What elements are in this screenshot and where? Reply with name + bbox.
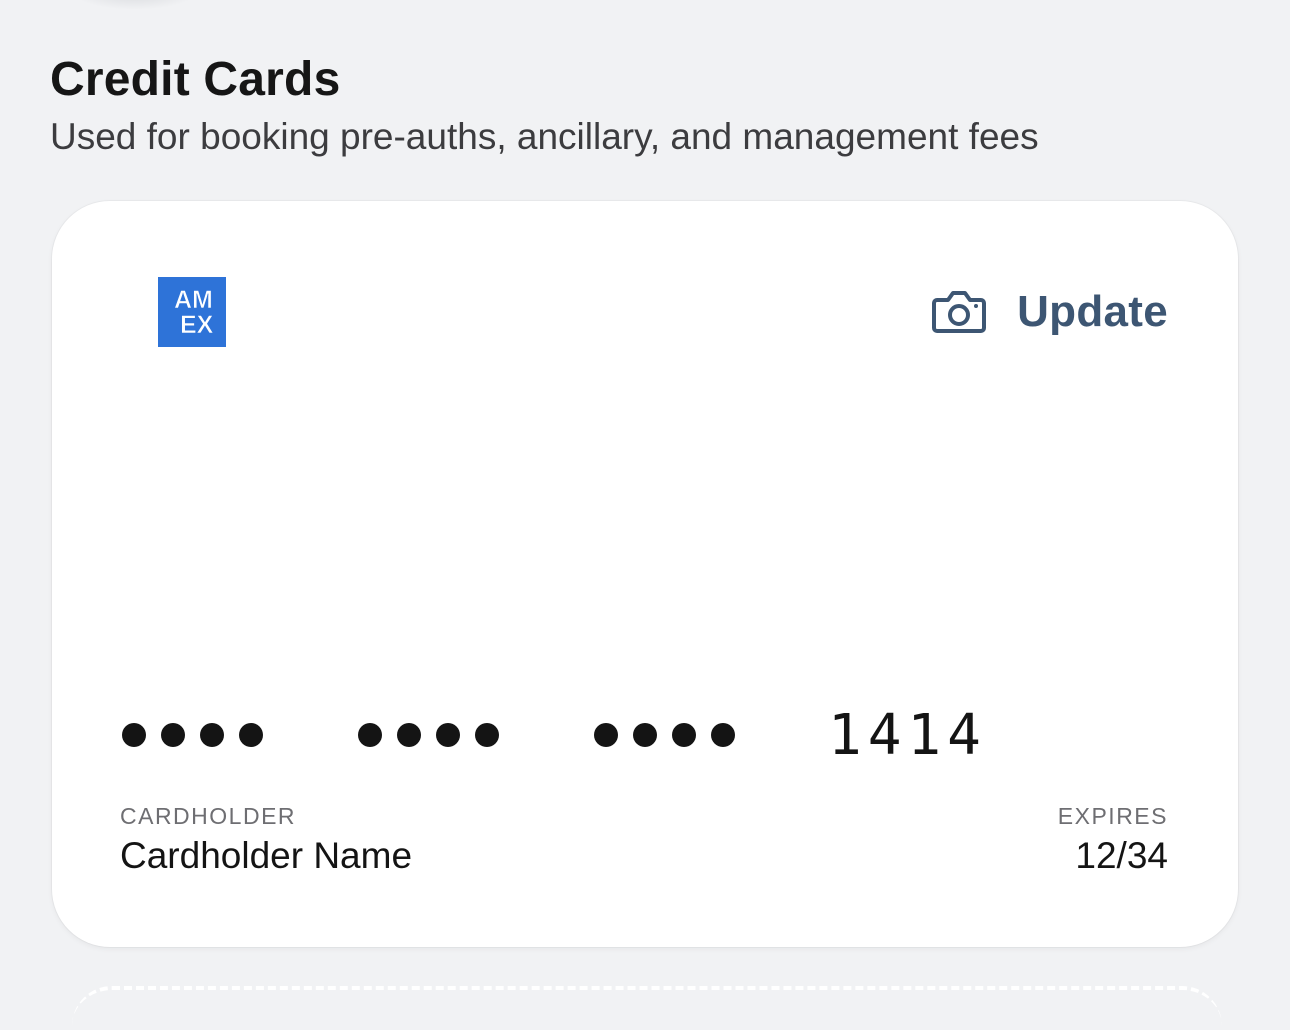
card-number: 1414 [122,703,1022,768]
amex-logo: AM EX [158,277,226,347]
masked-digit [672,723,696,747]
section-subtitle: Used for booking pre-auths, ancillary, a… [50,116,1039,157]
masked-digit [200,723,224,747]
masked-digit [436,723,460,747]
scroll-shadow [70,0,200,10]
svg-text:EX: EX [180,311,214,339]
section-title: Credit Cards [50,53,341,106]
masked-digit [358,723,382,747]
masked-digit [475,723,499,747]
masked-digit [711,723,735,747]
cardholder-label: CARDHOLDER [120,803,297,829]
update-label: Update [1017,287,1168,336]
masked-digits-group-3 [594,723,735,747]
credit-card[interactable]: AM EX Update 1414 CARDHOLDER Cardholder … [52,201,1238,947]
masked-digit [239,723,263,747]
masked-digits-group-2 [358,723,499,747]
next-card-placeholder[interactable] [72,986,1222,1030]
masked-digit [161,723,185,747]
masked-digit [594,723,618,747]
masked-digit [122,723,146,747]
masked-digit [633,723,657,747]
masked-digits-group-1 [122,723,263,747]
camera-icon [932,291,987,333]
expires-label: EXPIRES [1057,803,1168,829]
expiry-date: 12/34 [1075,835,1168,876]
svg-text:AM: AM [174,286,213,314]
cardholder-name: Cardholder Name [120,835,413,876]
update-card-button[interactable]: Update [931,287,1168,337]
masked-digit [397,723,421,747]
card-last-four: 1414 [828,703,987,768]
